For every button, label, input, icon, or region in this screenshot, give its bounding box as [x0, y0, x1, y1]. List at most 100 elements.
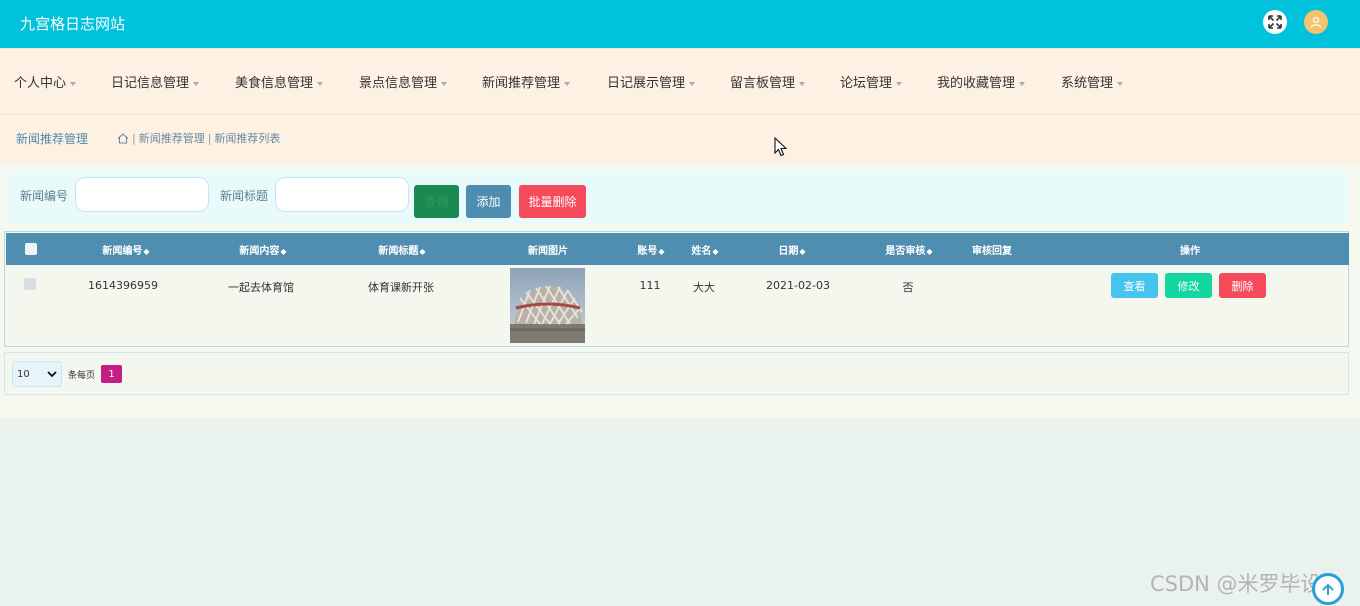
cell-date: 2021-02-03 [766, 279, 830, 292]
col-actions: 操作 [1180, 246, 1200, 257]
caret-down-icon [1019, 81, 1026, 86]
row-checkbox[interactable] [24, 278, 36, 290]
batch-delete-button[interactable]: 批量删除 [519, 185, 586, 218]
page-title: 新闻推荐管理 [16, 132, 89, 146]
col-name[interactable]: 姓名◆ [691, 242, 718, 257]
home-icon[interactable] [117, 132, 129, 144]
nav-item-scenic-info[interactable]: 景点信息管理 [359, 72, 448, 91]
news-title-label: 新闻标题 [220, 189, 269, 203]
header-label: 新闻编号 [102, 246, 143, 257]
expand-arrows-icon[interactable] [1263, 10, 1287, 34]
news-table: 新闻编号◆ 新闻内容◆ 新闻标题◆ 新闻图片 账号◆ 姓名◆ 日期◆ 是否审核◆… [4, 231, 1349, 347]
col-is-reviewed[interactable]: 是否审核◆ [885, 242, 932, 257]
sort-icon: ◆ [658, 247, 665, 256]
nav-item-personal-center[interactable]: 个人中心 [14, 72, 77, 91]
page-size-value: 10 [17, 368, 30, 380]
page-button-current[interactable]: 1 [101, 365, 122, 383]
breadcrumb-bar: 新闻推荐管理 | 新闻推荐管理 | 新闻推荐列表 [0, 114, 1360, 162]
main-nav: 个人中心 日记信息管理 美食信息管理 景点信息管理 新闻推荐管理 日记展示管理 … [0, 48, 1360, 114]
cell-content: 一起去体育馆 [228, 281, 294, 294]
caret-down-icon [799, 81, 806, 86]
back-to-top-button[interactable] [1312, 573, 1344, 605]
nav-item-my-favorites[interactable]: 我的收藏管理 [937, 72, 1026, 91]
caret-down-icon [1117, 81, 1124, 86]
table-header: 新闻编号◆ 新闻内容◆ 新闻标题◆ 新闻图片 账号◆ 姓名◆ 日期◆ 是否审核◆… [6, 233, 1349, 265]
cell-account: 111 [639, 279, 661, 292]
news-no-input[interactable] [75, 177, 209, 212]
col-news-no[interactable]: 新闻编号◆ [102, 242, 149, 257]
col-content[interactable]: 新闻内容◆ [239, 242, 286, 257]
header-label: 账号 [637, 246, 658, 257]
stadium-photo [510, 268, 585, 343]
breadcrumb-separator: | [132, 131, 136, 145]
nav-label: 系统管理 [1061, 76, 1114, 91]
user-avatar[interactable] [1304, 10, 1328, 34]
col-date[interactable]: 日期◆ [778, 242, 805, 257]
nav-label: 美食信息管理 [235, 76, 314, 91]
select-all-checkbox[interactable] [25, 243, 37, 255]
per-page-label: 条每页 [68, 371, 96, 381]
caret-down-icon [441, 81, 448, 86]
breadcrumb-item: 新闻推荐列表 [214, 132, 281, 145]
nav-label: 论坛管理 [840, 76, 893, 91]
caret-down-icon [896, 81, 903, 86]
breadcrumb-separator: | [207, 131, 212, 145]
caret-down-icon [317, 81, 324, 86]
page-size-select[interactable]: 10 [12, 361, 62, 387]
sort-icon: ◆ [799, 247, 806, 256]
user-icon [1310, 16, 1322, 28]
nav-label: 个人中心 [14, 76, 67, 91]
mouse-pointer-icon [774, 137, 788, 157]
arrow-up-icon [1322, 583, 1334, 595]
view-button[interactable]: 查看 [1111, 273, 1158, 298]
add-button[interactable]: 添加 [466, 185, 511, 218]
nav-item-food-info[interactable]: 美食信息管理 [235, 72, 324, 91]
sort-icon: ◆ [280, 247, 287, 256]
nav-label: 日记信息管理 [111, 76, 190, 91]
search-button[interactable]: 查询 [414, 185, 459, 218]
nav-item-forum[interactable]: 论坛管理 [840, 72, 903, 91]
breadcrumb: | 新闻推荐管理 | 新闻推荐列表 [117, 130, 280, 146]
nav-item-news-recommend[interactable]: 新闻推荐管理 [482, 72, 571, 91]
site-title: 九宫格日志网站 [20, 15, 126, 33]
nav-item-system[interactable]: 系统管理 [1061, 72, 1124, 91]
caret-down-icon [564, 81, 571, 86]
header-label: 是否审核 [885, 246, 926, 257]
sort-icon: ◆ [143, 247, 150, 256]
news-image-thumbnail[interactable] [510, 268, 585, 343]
chevron-down-icon [47, 371, 57, 378]
nav-item-diary-info[interactable]: 日记信息管理 [111, 72, 200, 91]
header-label: 日期 [778, 246, 799, 257]
cell-news-no: 1614396959 [88, 279, 158, 292]
cell-is-reviewed: 否 [902, 281, 914, 294]
sort-icon: ◆ [926, 247, 933, 256]
nav-label: 我的收藏管理 [937, 76, 1016, 91]
col-title[interactable]: 新闻标题◆ [378, 242, 425, 257]
delete-button[interactable]: 删除 [1219, 273, 1266, 298]
nav-label: 留言板管理 [730, 76, 796, 91]
news-no-label: 新闻编号 [20, 189, 69, 203]
nav-item-diary-display[interactable]: 日记展示管理 [607, 72, 696, 91]
top-bar: 九宫格日志网站 [0, 0, 1360, 48]
nav-label: 景点信息管理 [359, 76, 438, 91]
news-title-input[interactable] [275, 177, 409, 212]
sort-icon: ◆ [419, 247, 426, 256]
nav-item-message-board[interactable]: 留言板管理 [730, 72, 806, 91]
cell-title: 体育课新开张 [368, 281, 434, 294]
pagination: 10 条每页 1 [4, 352, 1349, 395]
edit-button[interactable]: 修改 [1165, 273, 1212, 298]
col-account[interactable]: 账号◆ [637, 242, 664, 257]
caret-down-icon [689, 81, 696, 86]
nav-label: 新闻推荐管理 [482, 76, 561, 91]
sort-icon: ◆ [712, 247, 719, 256]
col-review-reply: 审核回复 [972, 246, 1012, 257]
nav-label: 日记展示管理 [607, 76, 686, 91]
cell-name: 大大 [693, 281, 715, 294]
header-label: 新闻内容 [239, 246, 280, 257]
col-image: 新闻图片 [528, 246, 568, 257]
caret-down-icon [70, 81, 77, 86]
header-label: 姓名 [691, 246, 712, 257]
breadcrumb-item[interactable]: 新闻推荐管理 [139, 130, 205, 146]
watermark: CSDN @米罗毕设 [1150, 572, 1322, 596]
header-label: 新闻标题 [378, 246, 419, 257]
